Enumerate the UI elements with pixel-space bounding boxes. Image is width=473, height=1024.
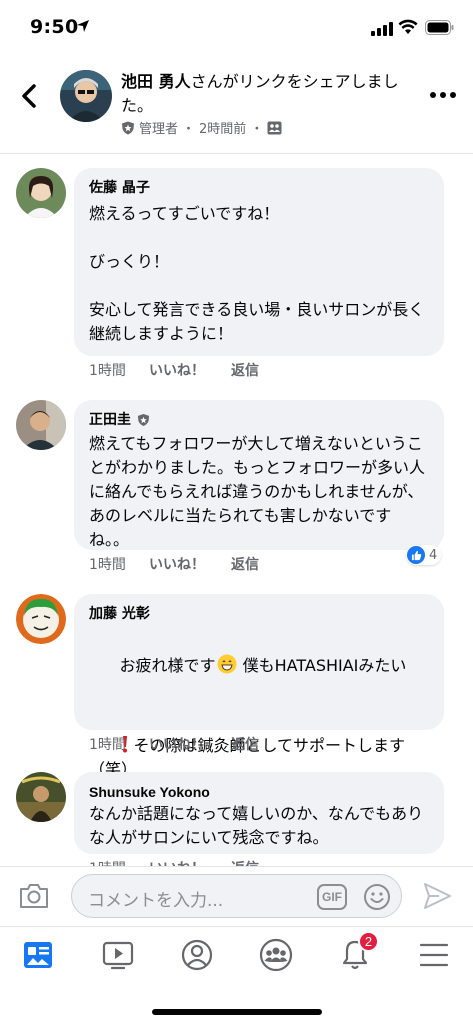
group-audience-icon bbox=[267, 121, 282, 134]
reply-button[interactable]: 返信 bbox=[231, 734, 259, 754]
comment-bubble[interactable]: 佐藤 晶子 燃えるってすごいですね！ びっくり！ 安心して発言できる良い場・良い… bbox=[74, 168, 444, 356]
comment-input[interactable]: コメントを入力... GIF bbox=[71, 874, 402, 918]
news-feed-icon[interactable] bbox=[20, 937, 56, 973]
status-bar: 9:50 bbox=[0, 0, 473, 54]
comment-author[interactable]: Shunsuke Yokono bbox=[89, 782, 430, 802]
comment-text: なんか話題になって嬉しいのか、なんでもありな人がサロンにいて残念ですね。 bbox=[89, 804, 424, 847]
post-header: 池田 勇人さんがリンクをシェアしました。 管理者 ・ 2時間前 ・ bbox=[0, 58, 473, 154]
comment-bubble[interactable]: 加藤 光彰 お疲れ様です 僕もHATASHIAIみたい その際は鍼灸師としてサポ… bbox=[74, 594, 444, 779]
meta-separator: ・ bbox=[182, 122, 196, 137]
send-icon[interactable] bbox=[422, 881, 452, 911]
comment-bubble[interactable]: 正田圭 燃えてもフォロワーが大して増えないということがわかりました。もっとフォロ… bbox=[74, 400, 444, 550]
commenter-avatar[interactable] bbox=[16, 400, 66, 450]
reply-button[interactable]: 返信 bbox=[231, 554, 259, 574]
more-options-icon[interactable] bbox=[428, 88, 458, 102]
comment-input-placeholder: コメントを入力... bbox=[88, 891, 224, 911]
emoji-icon[interactable] bbox=[363, 883, 391, 911]
comment-text: 燃えてもフォロワーが大して増えないということがわかりました。もっとフォロワーが多… bbox=[89, 434, 426, 549]
like-button[interactable]: いいね！ bbox=[149, 554, 231, 574]
wifi-icon bbox=[398, 19, 418, 34]
comment-time[interactable]: 1時間 bbox=[89, 734, 149, 754]
bottom-tab-bar: 2 bbox=[0, 926, 473, 1024]
location-arrow-icon bbox=[77, 20, 89, 32]
comment-author-row: 正田圭 bbox=[89, 410, 430, 430]
commenter-avatar[interactable] bbox=[16, 168, 66, 218]
poster-avatar[interactable] bbox=[60, 70, 112, 122]
camera-icon[interactable] bbox=[18, 881, 50, 911]
commenter-avatar[interactable] bbox=[16, 594, 66, 644]
poster-name[interactable]: 池田 勇人 bbox=[121, 72, 191, 91]
comment-composer: コメントを入力... GIF bbox=[0, 866, 473, 926]
groups-icon[interactable] bbox=[258, 937, 294, 973]
post-time[interactable]: 2時間前 bbox=[199, 118, 246, 137]
notifications-badge: 2 bbox=[358, 931, 379, 952]
gif-button[interactable]: GIF bbox=[317, 884, 347, 910]
comment-actions: 1時間 いいね！ 返信 bbox=[89, 360, 259, 380]
menu-hamburger-icon[interactable] bbox=[416, 937, 452, 973]
home-indicator[interactable] bbox=[152, 1009, 322, 1015]
commenter-avatar[interactable] bbox=[16, 772, 66, 822]
comment-bubble[interactable]: Shunsuke Yokono なんか話題になって嬉しいのか、なんでもありな人が… bbox=[74, 772, 444, 854]
like-button[interactable]: いいね！ bbox=[149, 360, 231, 380]
like-button[interactable]: いいね！ bbox=[149, 734, 231, 754]
reaction-summary[interactable]: 4 bbox=[406, 545, 442, 565]
comment-text-line-1: お疲れ様です 僕もHATASHIAIみたい bbox=[89, 630, 430, 702]
post-title: 池田 勇人さんがリンクをシェアしました。 bbox=[121, 70, 421, 118]
profile-icon[interactable] bbox=[179, 937, 215, 973]
back-arrow-icon[interactable] bbox=[14, 80, 46, 112]
comment-text-part-a: お疲れ様です bbox=[119, 656, 216, 675]
meta-separator-2: ・ bbox=[250, 122, 264, 137]
role-label: 管理者 bbox=[139, 122, 179, 137]
comment-time[interactable]: 1時間 bbox=[89, 554, 149, 574]
comment-author[interactable]: 佐藤 晶子 bbox=[89, 178, 430, 198]
admin-shield-icon bbox=[122, 121, 134, 134]
reply-button[interactable]: 返信 bbox=[231, 360, 259, 380]
comment-time[interactable]: 1時間 bbox=[89, 360, 149, 380]
watch-video-icon[interactable] bbox=[100, 937, 136, 973]
post-meta: 管理者 ・ 2時間前 ・ bbox=[121, 118, 282, 137]
comment-author[interactable]: 加藤 光彰 bbox=[89, 604, 430, 624]
reaction-count: 4 bbox=[429, 547, 438, 563]
admin-badge-icon bbox=[137, 413, 150, 427]
grinning-face-emoji-icon bbox=[217, 654, 237, 674]
comment-actions: 1時間 いいね！ 返信 bbox=[89, 554, 259, 574]
comment-author[interactable]: 正田圭 bbox=[89, 410, 131, 430]
status-time: 9:50 bbox=[30, 16, 79, 38]
battery-icon bbox=[425, 20, 454, 35]
comment-text-part-b: 僕もHATASHIAIみたい bbox=[237, 656, 407, 675]
thumbs-up-icon bbox=[407, 546, 425, 564]
comment-text: 燃えるってすごいですね！ びっくり！ 安心して発言できる良い場・良いサロンが長く… bbox=[89, 204, 425, 343]
cellular-signal-icon bbox=[371, 22, 393, 36]
comment-actions: 1時間 いいね！ 返信 bbox=[89, 734, 259, 754]
